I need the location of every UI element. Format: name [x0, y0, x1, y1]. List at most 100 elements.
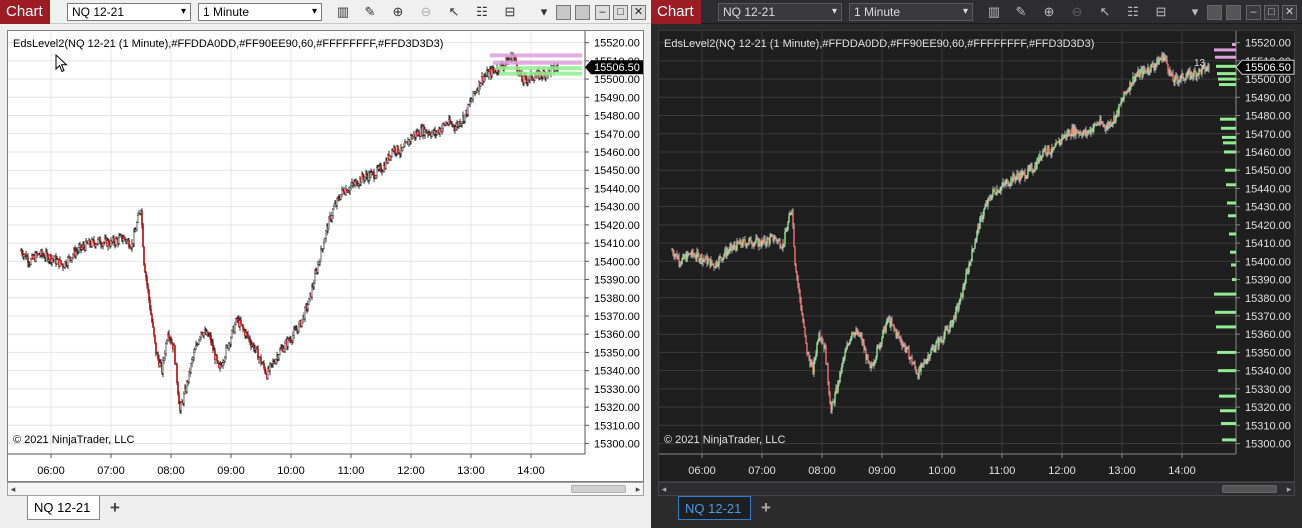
- zoom-in-icon[interactable]: ⊕: [1040, 3, 1058, 21]
- pointer-icon[interactable]: ↖: [445, 3, 463, 21]
- candle-up: [1050, 153, 1052, 154]
- bar-type-icon[interactable]: ▥: [334, 3, 352, 21]
- candle-down: [861, 335, 863, 343]
- candle-up: [483, 76, 485, 82]
- candle-down: [1165, 57, 1167, 59]
- chart-toolbar: Chart NQ 12-21 ▾ 1 Minute ▾ ▥ ✎ ⊕ ⊖ ↖ ☷ ⊟ …: [651, 0, 1302, 24]
- scroll-left-icon[interactable]: ◂: [659, 483, 669, 495]
- candle-up: [102, 243, 104, 247]
- y-tick-label: 15370.00: [594, 311, 640, 323]
- instrument-selector[interactable]: NQ 12-21 ▾: [67, 3, 191, 21]
- y-tick-label: 15410.00: [594, 238, 640, 250]
- candle-up: [1111, 123, 1113, 126]
- candle-down: [1148, 67, 1150, 72]
- tab-nq-12-21[interactable]: NQ 12-21: [27, 496, 100, 520]
- strategies-icon[interactable]: ☷: [473, 3, 491, 21]
- candle-down: [154, 335, 156, 343]
- level2-bar: [1224, 150, 1236, 154]
- zoom-out-icon[interactable]: ⊖: [417, 3, 435, 21]
- close-icon[interactable]: ✕: [631, 5, 646, 20]
- chart-panel[interactable]: 15520.0015510.0015500.0015490.0015480.00…: [7, 30, 644, 482]
- candle-up: [982, 215, 984, 220]
- scroll-right-icon[interactable]: ▸: [1284, 483, 1294, 495]
- indicator-label: EdsLevel2(NQ 12-21 (1 Minute),#FFDDA0DD,…: [13, 38, 443, 50]
- candle-up: [166, 340, 168, 344]
- dropdown-more-icon[interactable]: ▾: [1186, 3, 1204, 21]
- maximize-icon[interactable]: □: [1264, 5, 1279, 20]
- window-option-icon[interactable]: [575, 5, 590, 20]
- window-option-icon[interactable]: [1226, 5, 1241, 20]
- scrollbar-thumb[interactable]: [1222, 485, 1277, 493]
- candle-up: [766, 238, 768, 245]
- candle-down: [142, 224, 144, 247]
- candle-up: [848, 344, 850, 345]
- price-chart[interactable]: 15520.0015510.0015500.0015490.0015480.00…: [8, 31, 645, 483]
- strategies-icon[interactable]: ☷: [1124, 3, 1142, 21]
- horizontal-scrollbar[interactable]: ◂ ▸: [658, 482, 1295, 496]
- candle-up: [1139, 71, 1141, 78]
- zoom-in-icon[interactable]: ⊕: [389, 3, 407, 21]
- chevron-down-icon: ▾: [962, 6, 968, 17]
- draw-pencil-icon[interactable]: ✎: [361, 3, 379, 21]
- x-tick-label: 11:00: [338, 465, 365, 477]
- candle-up: [78, 247, 80, 252]
- x-tick-label: 07:00: [748, 465, 776, 477]
- properties-icon[interactable]: ⊟: [501, 3, 519, 21]
- draw-pencil-icon[interactable]: ✎: [1012, 3, 1030, 21]
- chart-menu-button[interactable]: Chart: [651, 0, 701, 24]
- pointer-icon[interactable]: ↖: [1096, 3, 1114, 21]
- candle-up: [464, 114, 466, 122]
- candle-up: [959, 298, 961, 305]
- interval-selector[interactable]: 1 Minute ▾: [198, 3, 322, 21]
- candle-down: [750, 237, 752, 244]
- candle-down: [1013, 174, 1015, 178]
- instrument-value: NQ 12-21: [72, 5, 125, 19]
- candle-up: [180, 402, 182, 411]
- price-chart[interactable]: 15520.0015510.0015500.0015490.0015480.00…: [659, 31, 1296, 483]
- chart-menu-button[interactable]: Chart: [0, 0, 50, 24]
- candle-up: [280, 348, 282, 350]
- window-option-icon[interactable]: [556, 5, 571, 20]
- instrument-selector[interactable]: NQ 12-21 ▾: [718, 3, 842, 21]
- interval-selector[interactable]: 1 Minute ▾: [849, 3, 973, 21]
- scroll-left-icon[interactable]: ◂: [8, 483, 18, 495]
- candle-up: [717, 265, 719, 266]
- add-tab-button[interactable]: +: [757, 498, 775, 518]
- bar-type-icon[interactable]: ▥: [985, 3, 1003, 21]
- window-option-icon[interactable]: [1207, 5, 1222, 20]
- candle-up: [934, 348, 936, 352]
- candle-up: [529, 74, 531, 80]
- candle-up: [699, 259, 701, 262]
- candle-down: [808, 353, 810, 359]
- zoom-out-icon[interactable]: ⊖: [1068, 3, 1086, 21]
- candle-up: [1000, 187, 1002, 191]
- candle-up: [118, 236, 120, 244]
- candle-up: [72, 254, 74, 258]
- scrollbar-thumb[interactable]: [571, 485, 626, 493]
- candle-down: [93, 239, 95, 244]
- x-tick-label: 14:00: [1168, 465, 1196, 477]
- minimize-icon[interactable]: –: [595, 5, 610, 20]
- add-tab-button[interactable]: +: [106, 498, 124, 518]
- tab-nq-12-21[interactable]: NQ 12-21: [678, 496, 751, 520]
- properties-icon[interactable]: ⊟: [1152, 3, 1170, 21]
- close-icon[interactable]: ✕: [1282, 5, 1297, 20]
- candle-up: [873, 362, 875, 366]
- candle-down: [1024, 172, 1026, 179]
- candle-down: [1207, 66, 1209, 68]
- candle-down: [146, 277, 148, 285]
- candle-up: [769, 237, 771, 244]
- candle-up: [841, 363, 843, 373]
- maximize-icon[interactable]: □: [613, 5, 628, 20]
- candle-up: [391, 150, 393, 157]
- candle-up: [718, 257, 720, 266]
- candle-down: [1208, 67, 1210, 69]
- scroll-right-icon[interactable]: ▸: [633, 483, 643, 495]
- candle-up: [163, 357, 165, 361]
- dropdown-more-icon[interactable]: ▾: [535, 3, 553, 21]
- y-tick-label: 15440.00: [1245, 183, 1291, 195]
- horizontal-scrollbar[interactable]: ◂ ▸: [7, 482, 644, 496]
- chart-panel[interactable]: 15520.0015510.0015500.0015490.0015480.00…: [658, 30, 1295, 482]
- level2-bar: [1232, 42, 1236, 46]
- minimize-icon[interactable]: –: [1246, 5, 1261, 20]
